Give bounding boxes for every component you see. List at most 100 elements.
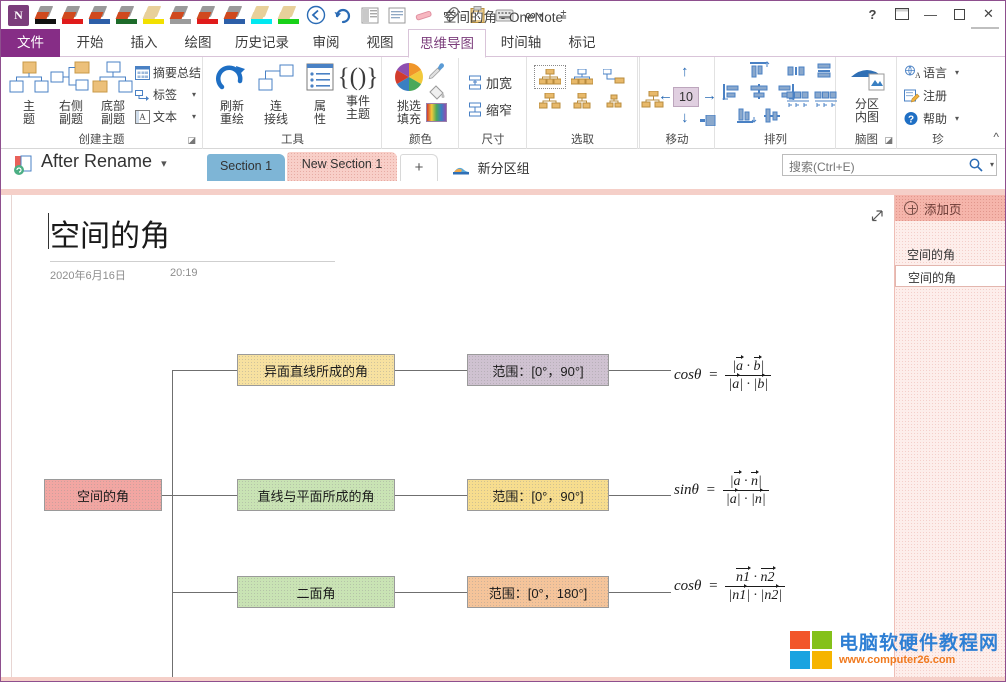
tab-review[interactable]: 审阅 [300, 29, 352, 57]
select-branch-button[interactable] [598, 65, 630, 89]
tab-mindmap[interactable]: 思维导图 [408, 29, 486, 58]
eyedropper-icon[interactable] [427, 62, 446, 85]
tab-timeline[interactable]: 时间轴 [490, 29, 552, 57]
move-right-button[interactable]: → [702, 87, 717, 104]
tab-tags[interactable]: 标记 [556, 29, 608, 57]
search-icon[interactable] [969, 158, 983, 175]
narrow-button[interactable]: 缩窄 [467, 100, 512, 119]
move-left-button[interactable]: ← [658, 87, 673, 104]
select-descendants-button[interactable] [534, 89, 566, 113]
text-button[interactable]: A 文本 ▾ [135, 108, 196, 125]
close-button[interactable]: ✕ [974, 3, 1003, 25]
main-topic-button[interactable]: 主题 [7, 61, 51, 126]
register-label: 注册 [923, 87, 947, 104]
ribbon-display-options-button[interactable] [887, 3, 916, 25]
section-mindmap-button[interactable]: 分区内图 [845, 61, 889, 124]
move-up-button[interactable]: ↑ [681, 63, 689, 80]
select-level-button[interactable] [598, 89, 630, 113]
right-subtopic-button[interactable]: 右侧副题 [49, 61, 93, 126]
select-all-button[interactable] [534, 65, 566, 89]
group-color: 挑选填充 颜色 [383, 57, 459, 149]
mindmap-branch-node-3[interactable]: 二面角 [237, 576, 395, 608]
refresh-redraw-button[interactable]: 刷新重绘 [210, 61, 254, 126]
add-section-button[interactable]: + [400, 154, 438, 181]
language-button[interactable]: A 语言 ▾ [904, 64, 959, 81]
align-bottom-button[interactable] [735, 107, 757, 129]
group-tools: 刷新重绘 连接线 属性 {()} 事件主题 工具 [204, 57, 382, 149]
search-input[interactable] [782, 154, 997, 176]
mindmap-range-3-label: 范围：[0°，180°] [489, 583, 588, 602]
summary-button[interactable]: 摘要总结 [135, 64, 201, 81]
property-label-2: 性 [314, 112, 326, 126]
space-evenly-v-button[interactable] [814, 91, 838, 116]
color-palette-icon[interactable] [426, 103, 447, 122]
notebook-name-button[interactable]: After Rename ▾ [41, 151, 167, 172]
text-caret-icon[interactable]: ▾ [192, 112, 196, 121]
tab-view[interactable]: 视图 [354, 29, 406, 57]
select-children-button[interactable] [566, 89, 598, 113]
page-canvas[interactable]: 空间的角 2020年6月16日 20:19 [11, 195, 896, 681]
formula-2-lhs: sinθ [674, 482, 699, 498]
tab-insert[interactable]: 插入 [118, 29, 170, 57]
pick-fill-button[interactable]: 挑选填充 [387, 61, 431, 126]
search-caret-icon[interactable]: ▾ [990, 160, 994, 169]
help-caret-icon[interactable]: ▾ [955, 114, 959, 123]
mindmap-range-node-2[interactable]: 范围：[0°，90°] [467, 479, 609, 511]
distribute-vertical-button[interactable] [814, 63, 836, 84]
bottom-subtopic-button[interactable]: 底部副题 [91, 61, 135, 126]
section-tab-1[interactable]: Section 1 [207, 154, 285, 181]
move-custom-button[interactable] [700, 113, 716, 131]
move-up-icon: ↑ [681, 63, 689, 80]
page-list-item-1[interactable]: 空间的角 [895, 243, 1006, 265]
mindmap-branch-node-2[interactable]: 直线与平面所成的角 [237, 479, 395, 511]
widen-button[interactable]: 加宽 [467, 73, 512, 92]
mindmap-dialog-launcher[interactable]: ◪ [884, 135, 893, 146]
mindmap-canvas[interactable]: 空间的角 异面直线所成的角 范围：[0°，90°] cosθ = |a · b|… [12, 195, 897, 682]
group-size: 加宽 缩窄 尺寸 [460, 57, 527, 149]
tag-button[interactable]: 标签 ▾ [135, 86, 196, 103]
tag-caret-icon[interactable]: ▾ [192, 90, 196, 99]
tab-file[interactable]: 文件 [1, 29, 60, 57]
mindmap-range-node-1[interactable]: 范围：[0°，90°] [467, 354, 609, 386]
collapse-ribbon-icon: ^ [993, 130, 999, 144]
language-caret-icon[interactable]: ▾ [955, 68, 959, 77]
align-left-button[interactable] [722, 83, 744, 105]
group-create-topic-label: 创建主题 [1, 131, 202, 147]
move-step-input[interactable]: 10 [673, 87, 699, 107]
connector-branch2-h [172, 495, 237, 496]
window-title: 空间的角 - OneNote [1, 6, 1005, 26]
mindmap-range-node-3[interactable]: 范围：[0°，180°] [467, 576, 609, 608]
help-button[interactable]: ? [858, 3, 887, 25]
language-label: 语言 [923, 64, 947, 81]
help-group-button[interactable]: ? 帮助 ▾ [904, 110, 959, 127]
maximize-button[interactable] [945, 3, 974, 25]
tab-draw[interactable]: 绘图 [172, 29, 224, 57]
distribute-horizontal-button[interactable] [786, 63, 808, 84]
formula-1-fraction: |a · b| |a| · |b| [725, 358, 771, 393]
page-list-item-2[interactable]: 空间的角 [895, 265, 1006, 287]
tab-home[interactable]: 开始 [64, 29, 116, 57]
windows-logo-icon [790, 631, 832, 669]
create-topic-dialog-launcher[interactable]: ◪ [187, 135, 196, 146]
mindmap-root-node[interactable]: 空间的角 [44, 479, 162, 511]
add-page-button[interactable]: 添加页 [895, 195, 1006, 221]
move-right-icon: → [702, 87, 717, 104]
group-treasure: A 语言 ▾ 注册 ? 帮助 ▾ 珍 [898, 57, 978, 149]
new-section-group-button[interactable]: 新分区组 [453, 158, 530, 179]
space-evenly-h-button[interactable] [786, 91, 810, 116]
connector-button[interactable]: 连接线 [254, 61, 298, 126]
formula-2-denominator: |a| · |n| [723, 491, 769, 508]
mindmap-formula-3: cosθ = n1 · n2 |n1| · |n2| [674, 569, 785, 604]
narrow-label: 缩窄 [486, 100, 512, 119]
collapse-ribbon-button[interactable]: ^ [993, 130, 999, 144]
section-tab-2[interactable]: New Section 1 [287, 152, 397, 181]
notebook-icon[interactable] [13, 155, 35, 175]
mindmap-branch-node-1[interactable]: 异面直线所成的角 [237, 354, 395, 386]
summary-icon [135, 66, 150, 80]
event-topic-button[interactable]: {()} 事件主题 [336, 61, 380, 121]
select-siblings-button[interactable] [566, 65, 598, 89]
minimize-button[interactable]: — [916, 3, 945, 25]
move-down-button[interactable]: ↓ [681, 109, 689, 126]
tab-history[interactable]: 历史记录 [226, 29, 298, 57]
register-button[interactable]: 注册 [904, 87, 947, 104]
